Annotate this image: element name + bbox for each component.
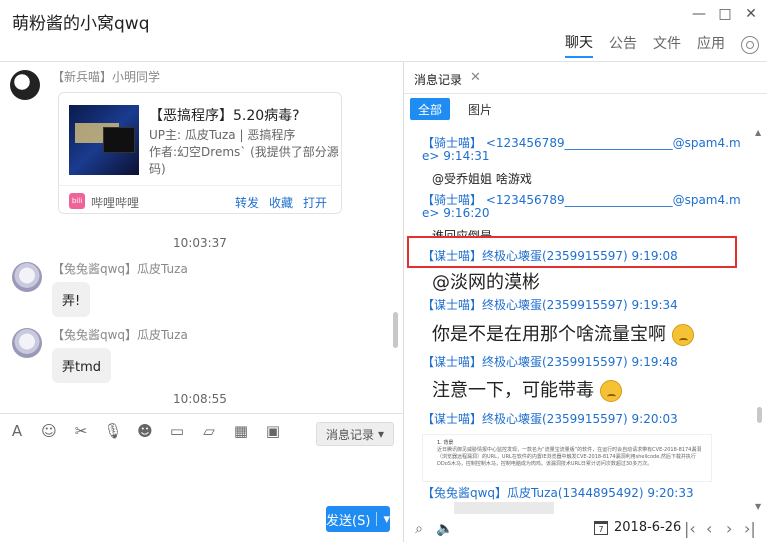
filter-all[interactable]: 全部	[410, 98, 450, 120]
card-description: UP主: 瓜皮Tuza | 恶搞程序 作者:幻空Drems` (我提供了部分源码…	[149, 127, 339, 178]
sad-face-emoji-icon	[599, 380, 622, 402]
card-thumbnail[interactable]	[69, 105, 139, 175]
scroll-down-icon[interactable]: ▼	[755, 502, 761, 511]
minimize-icon[interactable]: —	[691, 6, 707, 22]
chat-messages: 【新兵喵】小明同学 【恶搞程序】5.20病毒? UP主: 瓜皮Tuza | 恶搞…	[0, 62, 403, 413]
search-icon[interactable]: ⌕	[410, 520, 428, 538]
volume-icon[interactable]: 🔈	[436, 520, 454, 538]
input-toolbar: A ☺ ✂ 🎙 ☻ ▭ ▱ ▦ ▣	[8, 422, 282, 440]
screenshot-scissors-icon[interactable]: ✂	[72, 422, 90, 440]
window-title: 萌粉酱的小窝qwq	[12, 14, 150, 34]
message-bubble: 弄!	[52, 282, 91, 317]
message-sender: 【兔兔酱qwq】瓜皮Tuza	[52, 328, 188, 342]
card-author: 作者:幻空Drems` (我提供了部分源码)	[149, 145, 339, 176]
message-time: 10:03:37	[173, 236, 227, 250]
card-source: 哔哩哔哩	[91, 196, 140, 210]
emoji-icon[interactable]: ☺	[40, 422, 58, 440]
maximize-icon[interactable]: □	[717, 6, 733, 22]
next-page-icon[interactable]: ›	[726, 519, 732, 538]
prev-page-icon[interactable]: ‹	[706, 519, 712, 538]
history-tab: 消息记录 ✕	[404, 62, 767, 94]
input-area: A ☺ ✂ 🎙 ☻ ▭ ▱ ▦ ▣ 消息记录 ▾ 发送(S) ▾	[0, 413, 403, 542]
history-message: @淡网的漠彬	[432, 272, 540, 293]
settings-icon[interactable]	[741, 36, 759, 54]
filter-images[interactable]: 图片	[462, 98, 498, 120]
close-tab-icon[interactable]: ✕	[470, 70, 481, 85]
history-header: e> 9:14:31	[422, 149, 490, 163]
scroll-up-icon[interactable]: ▲	[755, 128, 761, 137]
folder-icon[interactable]: ▱	[200, 422, 218, 440]
history-scrollbar[interactable]	[757, 407, 762, 423]
message-bubble: 弄tmd	[52, 348, 112, 383]
message-history-label: 消息记录	[325, 427, 374, 442]
avatar[interactable]	[10, 70, 40, 100]
send-button[interactable]: 发送(S) ▾	[326, 506, 390, 532]
send-divider	[376, 512, 378, 526]
tab-chat[interactable]: 聊天	[565, 32, 593, 58]
history-header: 【谋士喵】终极心壊蛋(2359915597) 9:19:48	[422, 355, 678, 369]
image-icon[interactable]: ▭	[168, 422, 186, 440]
history-tab-label[interactable]: 消息记录	[414, 71, 462, 88]
sticker-icon[interactable]: ☻	[136, 422, 154, 440]
avatar[interactable]	[12, 328, 42, 358]
avatar[interactable]	[12, 262, 42, 292]
history-message-text: 注意一下，可能带毒	[432, 380, 594, 401]
microphone-icon[interactable]: 🎙	[103, 422, 122, 440]
message-sender: 【兔兔酱qwq】瓜皮Tuza	[52, 262, 188, 276]
share-card[interactable]: 【恶搞程序】5.20病毒? UP主: 瓜皮Tuza | 恶搞程序 作者:幻空Dr…	[58, 92, 342, 214]
tab-apps[interactable]: 应用	[697, 33, 725, 57]
dropdown-arrow-icon: ▾	[377, 427, 385, 441]
history-message: 注意一下，可能带毒	[432, 376, 622, 402]
tab-files[interactable]: 文件	[653, 33, 681, 57]
sad-face-emoji-icon	[671, 324, 694, 346]
bilibili-logo-icon: bili	[69, 193, 85, 209]
chat-scrollbar[interactable]	[393, 312, 398, 348]
history-header: 【谋士喵】终极心壊蛋(2359915597) 9:19:08	[422, 249, 678, 263]
history-message: @受乔姐姐 啥游戏	[432, 172, 532, 186]
forward-link[interactable]: 转发	[235, 194, 259, 211]
nav-tabs: 聊天 公告 文件 应用	[565, 32, 759, 58]
open-link[interactable]: 打开	[303, 194, 327, 211]
gift-icon[interactable]: ▦	[232, 422, 250, 440]
card-title[interactable]: 【恶搞程序】5.20病毒?	[149, 105, 300, 125]
history-header: e> 9:16:20	[422, 206, 490, 220]
message-sender: 【新兵喵】小明同学	[52, 70, 161, 84]
message-time: 10:08:55	[173, 392, 227, 406]
tab-announcement[interactable]: 公告	[609, 33, 637, 57]
favorite-link[interactable]: 收藏	[269, 194, 293, 211]
history-header: 【兔兔酱qwq】瓜皮Tuza(1344895492) 9:20:33	[422, 486, 694, 500]
title-bar: 萌粉酱的小窝qwq — □ ✕ 聊天 公告 文件 应用	[0, 0, 767, 62]
font-icon[interactable]: A	[8, 422, 26, 440]
history-date[interactable]: 2018-6-26	[614, 520, 681, 535]
first-page-icon[interactable]: |‹	[684, 519, 696, 538]
last-page-icon[interactable]: ›|	[744, 519, 756, 538]
history-panel: 消息记录 ✕ 全部 图片 【骑士喵】 <123456789___________…	[403, 62, 767, 542]
shared-image-text: 近日腾讯御见威胁情报中心监控发现，一款名为“流量宝流量版”的软件，在运行时会自动…	[437, 447, 702, 467]
history-header: 【谋士喵】终极心壊蛋(2359915597) 9:20:03	[422, 412, 678, 426]
calendar-icon[interactable]: ▣	[264, 422, 282, 440]
history-bottom-bar: ⌕ 🔈 7 2018-6-26 |‹ ‹ › ›|	[404, 514, 767, 542]
message-history-button[interactable]: 消息记录 ▾	[316, 422, 394, 446]
history-header: 【谋士喵】终极心壊蛋(2359915597) 9:19:34	[422, 298, 678, 312]
calendar-icon[interactable]: 7	[594, 521, 608, 535]
history-message: 你是不是在用那个啥流量宝啊	[432, 320, 694, 346]
shared-image-heading: 1. 背景	[437, 440, 454, 446]
card-uploader: UP主: 瓜皮Tuza | 恶搞程序	[149, 128, 296, 142]
send-options-icon[interactable]: ▾	[383, 512, 390, 527]
history-message-text: 你是不是在用那个啥流量宝啊	[432, 324, 666, 345]
close-icon[interactable]: ✕	[743, 6, 759, 22]
card-footer: bili 哔哩哔哩 转发 收藏 打开	[59, 185, 341, 215]
shared-image[interactable]: 1. 背景 近日腾讯御见威胁情报中心监控发现，一款名为“流量宝流量版”的软件，在…	[422, 434, 712, 482]
send-label: 发送(S)	[326, 513, 371, 529]
window-controls: — □ ✕	[691, 6, 759, 22]
